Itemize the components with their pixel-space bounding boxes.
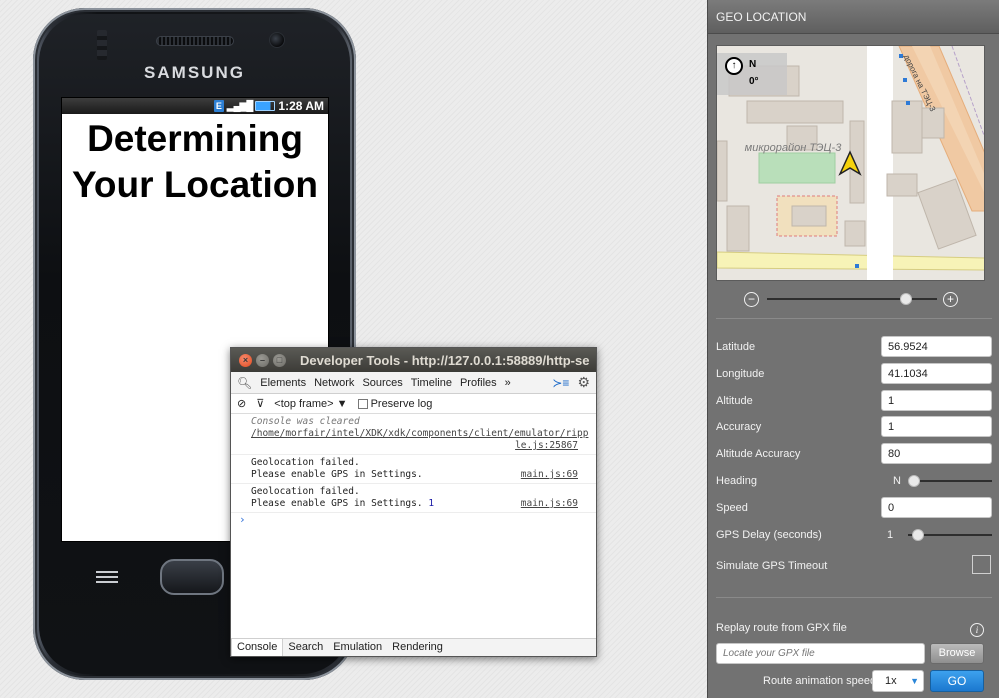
compass-icon: ↑	[725, 57, 743, 75]
gpx-replay-label: Replay route from GPX file	[716, 622, 847, 634]
signal-icon: ▂▄▆█	[226, 100, 254, 112]
chevron-down-icon: ▼	[910, 676, 919, 686]
gps-delay-label: GPS Delay (seconds)	[716, 529, 822, 541]
go-button[interactable]: GO	[930, 670, 984, 692]
devtools-titlebar[interactable]: × – □ Developer Tools - http://127.0.0.1…	[231, 348, 596, 372]
clear-console-icon[interactable]: ⊘	[237, 397, 246, 410]
gear-icon[interactable]: ⚙	[577, 374, 590, 391]
tab-console[interactable]: Console	[231, 639, 284, 656]
geo-location-panel: GEO LOCATION микрорайон ТЭЦ-3 дорога на …	[707, 0, 999, 698]
log-entry: Geolocation failed. Please enable GPS in…	[231, 484, 596, 513]
status-time: 1:28 AM	[278, 99, 324, 113]
home-button[interactable]	[160, 559, 224, 595]
accuracy-label: Accuracy	[716, 421, 762, 433]
front-camera	[269, 32, 285, 48]
latitude-label: Latitude	[716, 341, 756, 353]
log-source-link[interactable]: /home/morfair/intel/XDK/xdk/components/c…	[251, 428, 588, 452]
gps-timeout-checkbox[interactable]	[972, 555, 991, 574]
tab-search[interactable]: Search	[283, 639, 328, 656]
compass: ↑ N 0°	[717, 53, 787, 95]
speed-row: Speed	[716, 497, 992, 519]
gps-delay-value: 1	[887, 529, 894, 541]
page-headline: Determining Your Location	[72, 118, 318, 205]
tab-network[interactable]: Network	[314, 377, 354, 389]
tab-profiles[interactable]: Profiles	[460, 377, 497, 389]
earpiece-speaker	[156, 36, 234, 46]
route-speed-select[interactable]: 1x ▼	[872, 670, 924, 692]
console-log: Console was cleared /home/morfair/intel/…	[231, 414, 596, 527]
latitude-input[interactable]	[881, 336, 992, 357]
route-speed-label: Route animation speed	[763, 675, 877, 687]
frame-select[interactable]: <top frame> ▼	[274, 398, 347, 410]
tab-emulation[interactable]: Emulation	[328, 639, 387, 656]
tab-overflow[interactable]: »	[505, 377, 511, 389]
tab-rendering[interactable]: Rendering	[387, 639, 448, 656]
console-prompt[interactable]: ›	[231, 513, 596, 527]
heading-slider-handle[interactable]	[908, 475, 920, 487]
window-close-icon[interactable]: ×	[239, 353, 252, 367]
gps-timeout-label: Simulate GPS Timeout	[716, 560, 828, 572]
map-zoom-control: − +	[744, 291, 960, 307]
log-entry: Geolocation failed. Please enable GPS in…	[231, 455, 596, 484]
log-source-link[interactable]: main.js:69	[521, 469, 578, 481]
repeat-count: 1	[428, 498, 435, 509]
altitude-accuracy-input[interactable]	[881, 443, 992, 464]
longitude-row: Longitude	[716, 363, 992, 385]
menu-key-icon[interactable]	[96, 571, 118, 583]
log-source-link[interactable]: main.js:69	[521, 498, 578, 510]
devtools-tabbar: 🔍︎ Elements Network Sources Timeline Pro…	[231, 372, 596, 394]
accuracy-row: Accuracy	[716, 416, 992, 438]
devtools-title: Developer Tools - http://127.0.0.1:58889…	[300, 352, 590, 368]
preserve-log-checkbox[interactable]: Preserve log	[357, 398, 432, 410]
accuracy-input[interactable]	[881, 416, 992, 437]
location-map[interactable]: микрорайон ТЭЦ-3 дорога на ТЭЦ-3 ↑ N 0°	[716, 45, 985, 281]
zoom-in-icon[interactable]: +	[943, 292, 958, 307]
heading-slider[interactable]	[908, 480, 992, 482]
tab-elements[interactable]: Elements	[260, 377, 306, 389]
gps-timeout-row: Simulate GPS Timeout	[716, 555, 992, 577]
tab-sources[interactable]: Sources	[362, 377, 402, 389]
phone-status-bar: E ▂▄▆█ 1:28 AM	[62, 98, 328, 114]
altitude-label: Altitude	[716, 395, 753, 407]
map-district-label: микрорайон ТЭЦ-3	[744, 142, 842, 154]
speed-input[interactable]	[881, 497, 992, 518]
info-icon[interactable]: i	[970, 623, 984, 637]
phone-brand-logo: SAMSUNG	[144, 63, 245, 82]
gps-delay-row: GPS Delay (seconds) 1	[716, 524, 992, 546]
window-minimize-icon[interactable]: –	[256, 353, 269, 367]
panel-body: микрорайон ТЭЦ-3 дорога на ТЭЦ-3 ↑ N 0° …	[708, 34, 999, 698]
zoom-slider-handle[interactable]	[900, 293, 913, 305]
latitude-row: Latitude	[716, 336, 992, 358]
altitude-input[interactable]	[881, 390, 992, 411]
panel-header[interactable]: GEO LOCATION	[708, 0, 999, 34]
console-toolbar: ⊘ ⊽ <top frame> ▼ Preserve log	[231, 394, 596, 414]
battery-icon	[255, 101, 276, 111]
log-entry-cleared: Console was cleared /home/morfair/intel/…	[231, 414, 596, 455]
browse-button[interactable]: Browse	[930, 643, 984, 664]
network-type-icon: E	[213, 100, 224, 112]
filter-icon[interactable]: ⊽	[256, 397, 264, 410]
altitude-accuracy-label: Altitude Accuracy	[716, 448, 801, 460]
tab-timeline[interactable]: Timeline	[411, 377, 452, 389]
longitude-label: Longitude	[716, 368, 765, 380]
gpx-file-input[interactable]	[716, 643, 925, 664]
search-icon[interactable]: 🔍︎	[237, 376, 252, 390]
longitude-input[interactable]	[881, 363, 992, 384]
divider	[716, 597, 992, 598]
proximity-sensor	[97, 30, 107, 60]
heading-value: N	[893, 475, 901, 487]
developer-tools-window: × – □ Developer Tools - http://127.0.0.1…	[230, 347, 597, 657]
speed-label: Speed	[716, 502, 748, 514]
heading-label: Heading	[716, 475, 757, 487]
gps-delay-slider-handle[interactable]	[912, 529, 924, 541]
altitude-row: Altitude	[716, 390, 992, 412]
divider	[716, 318, 992, 319]
zoom-out-icon[interactable]: −	[744, 292, 759, 307]
altitude-accuracy-row: Altitude Accuracy	[716, 443, 992, 465]
show-drawer-icon[interactable]: ≻≡	[552, 376, 569, 390]
heading-row: Heading N	[716, 470, 992, 492]
window-maximize-icon[interactable]: □	[273, 353, 286, 367]
devtools-drawer-tabs: Console Search Emulation Rendering	[231, 638, 596, 656]
